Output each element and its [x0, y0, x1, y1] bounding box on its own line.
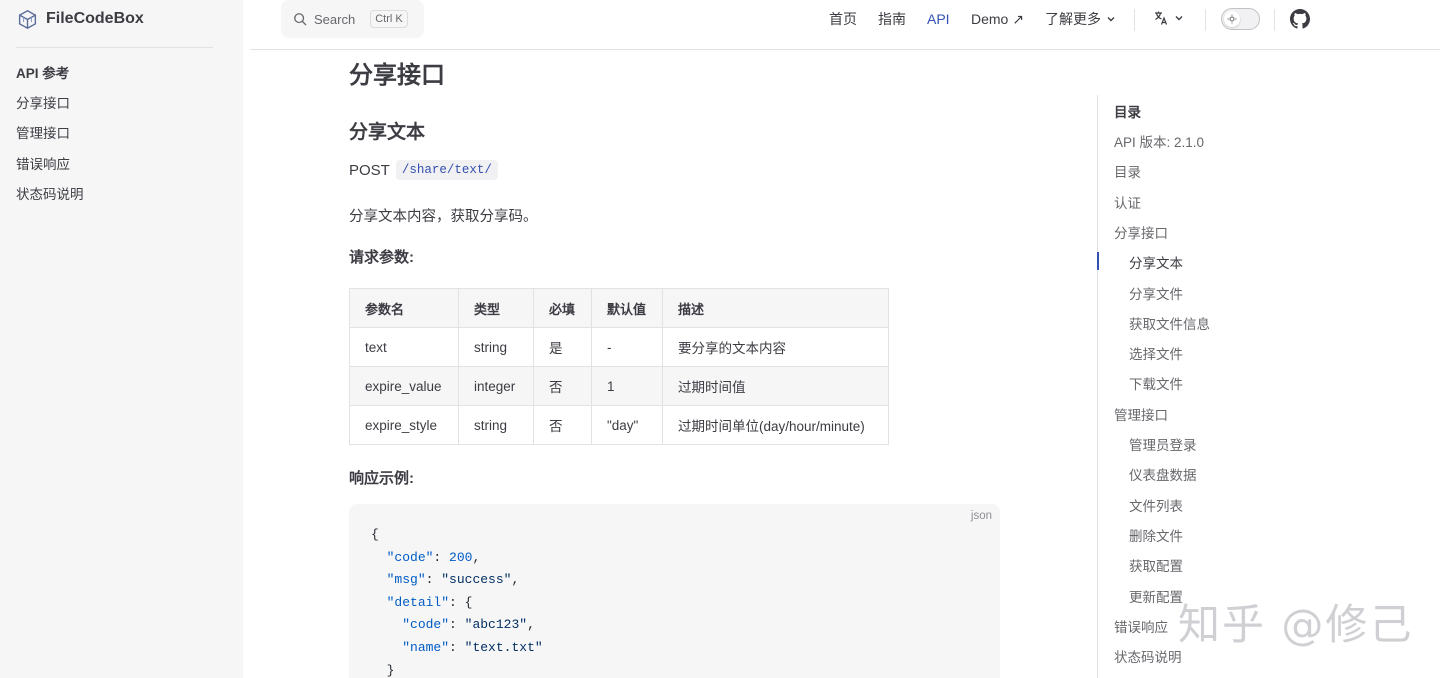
- site-name: FileCodeBox: [46, 10, 144, 27]
- table-cell: expire_style: [349, 405, 459, 445]
- toc-item[interactable]: 获取文件信息: [1129, 313, 1210, 333]
- toc-item[interactable]: 文件列表: [1129, 495, 1183, 515]
- table-cell: string: [458, 327, 534, 367]
- section-title: 分享文本: [349, 122, 426, 143]
- endpoint-path: /share/text/: [395, 160, 498, 180]
- table-header: 类型: [458, 288, 534, 328]
- sidebar-item-share-api[interactable]: 分享接口: [16, 84, 84, 114]
- github-icon[interactable]: [1290, 9, 1310, 29]
- toc-item[interactable]: 管理员登录: [1129, 434, 1197, 454]
- code-line: "name": "text.txt": [402, 639, 543, 655]
- table-row: text string 是 - 要分享的文本内容: [349, 327, 889, 367]
- nav-separator: [1205, 9, 1206, 31]
- toc-item[interactable]: 下载文件: [1129, 373, 1183, 393]
- sidebar-group-title[interactable]: API 参考: [16, 64, 84, 84]
- http-method: POST: [349, 161, 390, 179]
- endpoint: POST /share/text/: [349, 160, 498, 180]
- table-cell: "day": [591, 405, 663, 445]
- search-label: Search: [314, 11, 356, 27]
- table-header: 默认值: [591, 288, 663, 328]
- sun-icon: [1227, 14, 1237, 24]
- table-header: 必填: [533, 288, 592, 328]
- search-icon: [294, 13, 307, 26]
- toc-title: 目录: [1114, 105, 1141, 120]
- code-line: "code": 200,: [386, 549, 481, 565]
- nav-separator: [1274, 9, 1275, 31]
- nav-link-api[interactable]: API: [927, 11, 950, 27]
- toc-item[interactable]: 分享接口: [1114, 222, 1168, 242]
- toc-item[interactable]: 状态码说明: [1114, 646, 1182, 666]
- sidebar-group: API 参考 分享接口 管理接口 错误响应 状态码说明: [16, 64, 84, 205]
- nav-dropdown-more[interactable]: 了解更多: [1045, 11, 1117, 27]
- table-cell: 要分享的文本内容: [662, 327, 889, 367]
- navbar-divider: [250, 49, 1440, 50]
- table-row: expire_value integer 否 1 过期时间值: [349, 366, 889, 406]
- nav-link-home[interactable]: 首页: [829, 11, 857, 27]
- toc-item[interactable]: 选择文件: [1129, 343, 1183, 363]
- table-header: 参数名: [349, 288, 459, 328]
- table-cell: 否: [533, 405, 592, 445]
- table-cell: 过期时间值: [662, 366, 889, 406]
- nav-separator: [1134, 9, 1135, 31]
- search-button[interactable]: Search Ctrl K: [281, 0, 424, 38]
- toc-item[interactable]: 获取配置: [1129, 555, 1183, 575]
- toc-item[interactable]: 目录: [1114, 161, 1141, 181]
- page-title: 分享接口: [349, 62, 445, 89]
- toc-item[interactable]: 分享文件: [1129, 283, 1183, 303]
- table-cell: integer: [458, 366, 534, 406]
- site-logo[interactable]: FileCodeBox: [17, 8, 144, 30]
- endpoint-description: 分享文本内容，获取分享码。: [349, 209, 538, 225]
- sidebar-item-admin-api[interactable]: 管理接口: [16, 114, 84, 144]
- nav-dropdown-more-label: 了解更多: [1045, 11, 1101, 27]
- response-heading: 响应示例:: [349, 470, 414, 487]
- toc-item[interactable]: 分享文本: [1129, 252, 1183, 272]
- toc-item[interactable]: API 版本: 2.1.0: [1114, 131, 1204, 151]
- sidebar-divider: [16, 47, 213, 48]
- table-cell: string: [458, 405, 534, 445]
- chevron-down-icon: [1107, 17, 1115, 22]
- nav-link-demo[interactable]: Demo ↗: [971, 11, 1024, 27]
- sidebar: FileCodeBox API 参考 分享接口 管理接口 错误响应 状态码说明: [0, 0, 243, 678]
- table-row: expire_style string 否 "day" 过期时间单位(day/h…: [349, 405, 889, 445]
- toc-item[interactable]: 错误响应: [1114, 616, 1168, 636]
- params-heading: 请求参数:: [349, 249, 414, 266]
- table-header-row: 参数名 类型 必填 默认值 描述: [349, 288, 889, 328]
- table-cell: 是: [533, 327, 592, 367]
- toc-item[interactable]: 管理接口: [1114, 404, 1168, 424]
- params-table: 参数名 类型 必填 默认值 描述 text string 是 - 要分享的文本内…: [349, 288, 889, 445]
- code-line: "detail": {: [386, 594, 473, 610]
- nav-link-guide[interactable]: 指南: [878, 11, 906, 27]
- toc-active-marker: [1097, 252, 1099, 270]
- table-cell: text: [349, 327, 459, 367]
- table-cell: 1: [591, 366, 663, 406]
- cube-logo-icon: [18, 9, 37, 29]
- code-block: json { "code": 200, "msg": "success", "d…: [349, 504, 1000, 678]
- translate-icon: [1155, 11, 1168, 25]
- sidebar-item-status-codes[interactable]: 状态码说明: [16, 175, 84, 205]
- table-cell: expire_value: [349, 366, 459, 406]
- sidebar-item-error-response[interactable]: 错误响应: [16, 145, 84, 175]
- watermark: 知乎 @修己: [1178, 600, 1414, 649]
- toc-item[interactable]: 仪表盘数据: [1129, 464, 1197, 484]
- code-line: "code": "abc123",: [402, 617, 535, 633]
- language-switcher[interactable]: [1153, 10, 1185, 26]
- code-line: }: [371, 662, 395, 678]
- toc-item[interactable]: 更新配置: [1129, 586, 1183, 606]
- toc-item[interactable]: 认证: [1114, 192, 1141, 212]
- theme-toggle[interactable]: [1221, 8, 1260, 30]
- code-line: {: [371, 527, 379, 542]
- table-cell: 过期时间单位(day/hour/minute): [662, 405, 889, 445]
- toc-item[interactable]: 删除文件: [1129, 525, 1183, 545]
- toggle-knob: [1224, 11, 1240, 27]
- code-language-label: json: [970, 510, 992, 522]
- chevron-down-icon: [1175, 16, 1183, 21]
- code-line: "msg": "success",: [386, 572, 520, 588]
- code-content: { "code": 200, "msg": "success", "detail…: [371, 524, 543, 678]
- table-header: 描述: [662, 288, 889, 328]
- table-cell: -: [591, 327, 663, 367]
- search-shortcut: Ctrl K: [370, 10, 408, 28]
- table-cell: 否: [533, 366, 592, 406]
